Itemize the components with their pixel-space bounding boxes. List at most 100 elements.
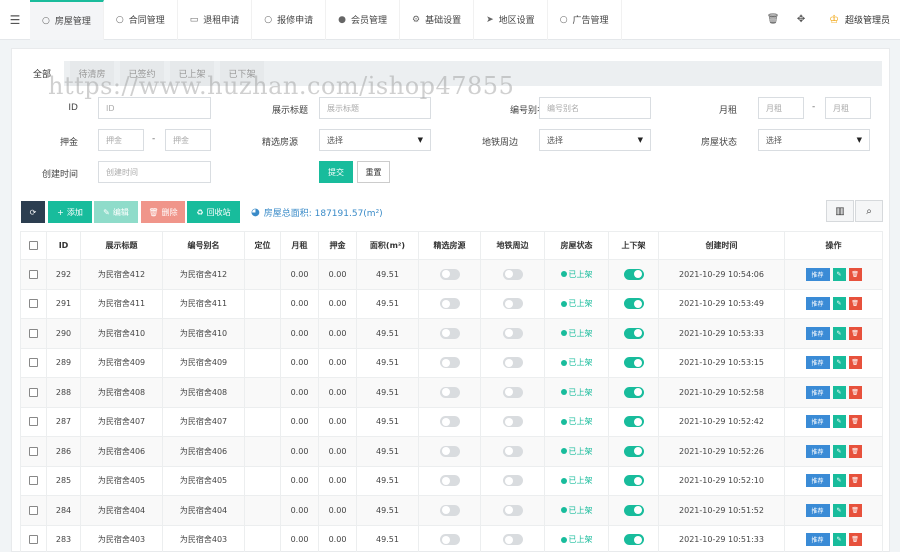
fullscreen-icon[interactable]: ✥ <box>787 14 815 25</box>
checkbox[interactable] <box>29 417 38 427</box>
created-input[interactable]: 创建时间 <box>98 161 211 183</box>
subway-toggle[interactable] <box>502 357 523 369</box>
featured-toggle[interactable] <box>439 416 460 428</box>
subway-toggle[interactable] <box>502 327 523 339</box>
nav-tab-member[interactable]: ● 会员管理 <box>326 0 401 40</box>
shelf-toggle[interactable] <box>623 327 644 339</box>
nav-tab-ads[interactable]: ○ 广告管理 <box>548 0 622 40</box>
table-row[interactable]: 284 为民宿舍404 为民宿舍404 0.00 0.00 49.51 已上架 2021-10… <box>20 495 883 526</box>
row-checkbox-cell[interactable] <box>20 318 47 349</box>
subway-toggle[interactable] <box>502 504 523 516</box>
table-row[interactable]: 287 为民宿舍407 为民宿舍407 0.00 0.00 49.51 已上架 2021-10… <box>20 406 883 437</box>
checkbox[interactable] <box>29 328 38 338</box>
title-input[interactable]: 展示标题 <box>319 97 431 119</box>
edit-row-button[interactable]: ✎ <box>832 503 846 517</box>
table-row[interactable]: 290 为民宿舍410 为民宿舍410 0.00 0.00 49.51 已上架 2021-10… <box>20 318 883 349</box>
rent-max-input[interactable]: 月租 <box>825 97 871 119</box>
featured-toggle[interactable] <box>439 475 460 487</box>
add-button[interactable]: + 添加 <box>48 201 92 223</box>
delete-row-button[interactable]: 🗑 <box>848 326 862 340</box>
edit-row-button[interactable]: ✎ <box>832 533 846 547</box>
row-checkbox-cell[interactable] <box>20 377 47 408</box>
shelf-toggle[interactable] <box>623 504 644 516</box>
subway-toggle[interactable] <box>502 386 523 398</box>
trash-icon[interactable]: 🗑 <box>759 14 787 25</box>
search-toggle-button[interactable]: ⌕ <box>855 200 883 222</box>
edit-row-button[interactable]: ✎ <box>832 297 846 311</box>
table-row[interactable]: 283 为民宿舍403 为民宿舍403 0.00 0.00 49.51 已上架 2021-10… <box>20 524 883 552</box>
delete-row-button[interactable]: 🗑 <box>848 444 862 458</box>
tab-unlisted[interactable]: 已下架 <box>220 61 264 86</box>
table-row[interactable]: 288 为民宿舍408 为民宿舍408 0.00 0.00 49.51 已上架 2021-10… <box>20 377 883 408</box>
shelf-toggle[interactable] <box>623 386 644 398</box>
delete-row-button[interactable]: 🗑 <box>848 385 862 399</box>
row-checkbox-cell[interactable] <box>20 288 47 319</box>
deposit-min-input[interactable]: 押金 <box>98 129 144 151</box>
edit-row-button[interactable]: ✎ <box>832 267 846 281</box>
admin-menu[interactable]: ♔ 超级管理员 <box>815 13 900 26</box>
nav-tab-region[interactable]: ➤ 地区设置 <box>474 0 548 40</box>
featured-toggle[interactable] <box>439 534 460 546</box>
shelf-toggle[interactable] <box>623 357 644 369</box>
delete-row-button[interactable]: 🗑 <box>848 503 862 517</box>
featured-toggle[interactable] <box>439 268 460 280</box>
table-row[interactable]: 289 为民宿舍409 为民宿舍409 0.00 0.00 49.51 已上架 2021-10… <box>20 347 883 378</box>
hamburger-icon[interactable]: ☰ <box>0 13 30 27</box>
row-checkbox-cell[interactable] <box>20 465 47 496</box>
edit-row-button[interactable]: ✎ <box>832 385 846 399</box>
select-all-checkbox-cell[interactable] <box>20 231 47 260</box>
promo-button[interactable]: 推荐 <box>805 503 830 517</box>
featured-toggle[interactable] <box>439 357 460 369</box>
table-row[interactable]: 285 为民宿舍405 为民宿舍405 0.00 0.00 49.51 已上架 2021-10… <box>20 465 883 496</box>
row-checkbox-cell[interactable] <box>20 347 47 378</box>
shelf-toggle[interactable] <box>623 268 644 280</box>
refresh-button[interactable]: ⟳ <box>21 201 45 223</box>
nav-tab-house[interactable]: ○ 房屋管理 <box>30 0 104 40</box>
checkbox[interactable] <box>29 358 38 368</box>
delete-row-button[interactable]: 🗑 <box>848 297 862 311</box>
table-row[interactable]: 292 为民宿舍412 为民宿舍412 0.00 0.00 49.51 已上架 2021-10… <box>20 259 883 290</box>
shelf-toggle[interactable] <box>623 475 644 487</box>
promo-button[interactable]: 推荐 <box>805 356 830 370</box>
nav-tab-settings[interactable]: ⚙ 基础设置 <box>400 0 475 40</box>
shelf-toggle[interactable] <box>623 534 644 546</box>
promo-button[interactable]: 推荐 <box>805 415 830 429</box>
checkbox[interactable] <box>29 446 38 456</box>
edit-row-button[interactable]: ✎ <box>832 444 846 458</box>
edit-row-button[interactable]: ✎ <box>832 326 846 340</box>
delete-row-button[interactable]: 🗑 <box>848 356 862 370</box>
featured-toggle[interactable] <box>439 386 460 398</box>
promo-button[interactable]: 推荐 <box>805 533 830 547</box>
checkbox[interactable] <box>29 476 38 486</box>
featured-toggle[interactable] <box>439 445 460 457</box>
edit-row-button[interactable]: ✎ <box>832 356 846 370</box>
tab-pending-clear[interactable]: 待清房 <box>70 61 114 86</box>
recycle-bin-button[interactable]: ♻ 回收站 <box>187 201 240 223</box>
delete-row-button[interactable]: 🗑 <box>848 267 862 281</box>
subway-toggle[interactable] <box>502 475 523 487</box>
subway-select[interactable]: 选择 ▼ <box>539 129 651 151</box>
table-row[interactable]: 286 为民宿舍406 为民宿舍406 0.00 0.00 49.51 已上架 2021-10… <box>20 436 883 467</box>
delete-row-button[interactable]: 🗑 <box>848 533 862 547</box>
row-checkbox-cell[interactable] <box>20 524 47 552</box>
promo-button[interactable]: 推荐 <box>805 267 830 281</box>
alias-input[interactable]: 编号别名 <box>539 97 651 119</box>
checkbox[interactable] <box>29 299 38 309</box>
checkbox[interactable] <box>29 387 38 397</box>
shelf-toggle[interactable] <box>623 445 644 457</box>
promo-button[interactable]: 推荐 <box>805 385 830 399</box>
delete-row-button[interactable]: 🗑 <box>848 474 862 488</box>
subway-toggle[interactable] <box>502 534 523 546</box>
row-checkbox-cell[interactable] <box>20 259 47 290</box>
nav-tab-checkout[interactable]: ▭ 退租申请 <box>178 0 253 40</box>
subway-toggle[interactable] <box>502 445 523 457</box>
row-checkbox-cell[interactable] <box>20 406 47 437</box>
edit-row-button[interactable]: ✎ <box>832 415 846 429</box>
checkbox[interactable] <box>29 505 38 515</box>
status-select[interactable]: 选择 ▼ <box>758 129 870 151</box>
checkbox[interactable] <box>29 269 38 279</box>
rent-min-input[interactable]: 月租 <box>758 97 804 119</box>
shelf-toggle[interactable] <box>623 416 644 428</box>
tab-all[interactable]: 全部 <box>20 61 64 86</box>
subway-toggle[interactable] <box>502 298 523 310</box>
